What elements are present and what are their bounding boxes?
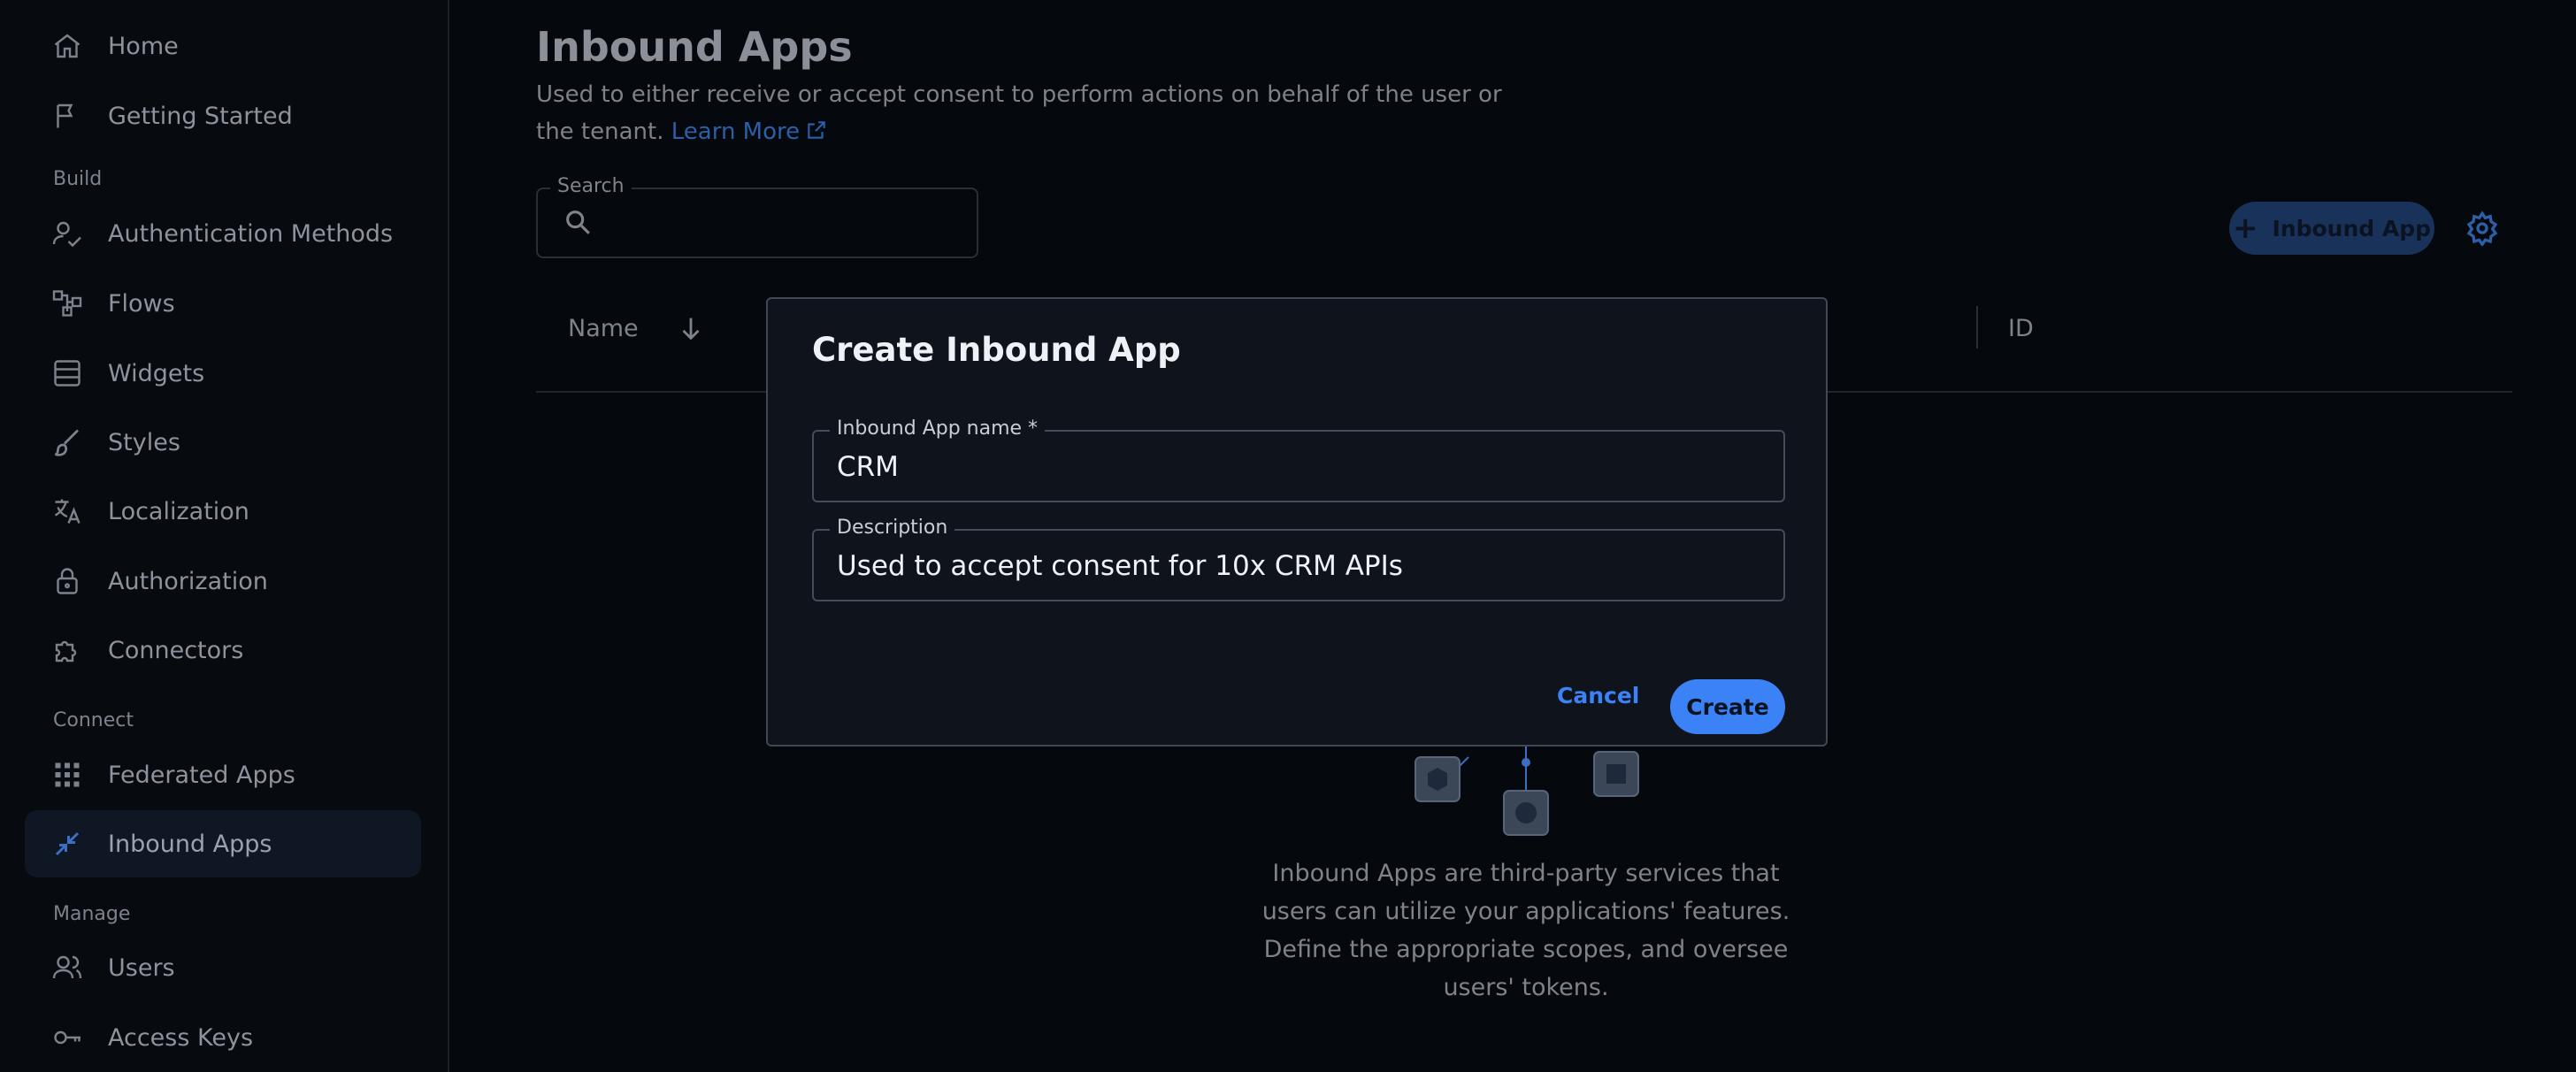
widgets-icon	[51, 356, 99, 391]
add-inbound-app-label: Inbound App	[2272, 215, 2431, 241]
sidebar-item-label: Users	[108, 953, 175, 982]
learn-more-label: Learn More	[671, 119, 801, 145]
page-description: Used to either receive or accept consent…	[536, 76, 1518, 150]
column-divider	[1976, 306, 1978, 348]
description-field[interactable]: Description Used to accept consent for 1…	[812, 517, 1785, 601]
sidebar-item-styles[interactable]: Styles	[25, 409, 421, 476]
home-icon	[51, 28, 99, 64]
inbound-app-name-label: Inbound App name *	[830, 417, 1046, 440]
sort-down-arrow-icon[interactable]	[676, 313, 706, 343]
sidebar-item-authentication-methods[interactable]: Authentication Methods	[25, 200, 421, 267]
description-label: Description	[830, 517, 955, 539]
users-icon	[51, 950, 99, 985]
section-label-connect: Connect	[53, 709, 134, 731]
user-check-icon	[51, 216, 99, 251]
create-button-label: Create	[1686, 693, 1769, 720]
learn-more-link[interactable]: Learn More	[671, 119, 828, 145]
search-icon	[566, 211, 590, 234]
key-icon	[51, 1020, 99, 1055]
sidebar-item-connectors[interactable]: Connectors	[25, 616, 421, 684]
sidebar: Home Getting Started Build Authenticatio…	[0, 0, 449, 1072]
sidebar-item-getting-started[interactable]: Getting Started	[25, 82, 421, 149]
translate-icon	[51, 494, 99, 529]
sidebar-item-home[interactable]: Home	[25, 12, 421, 80]
brush-icon	[51, 425, 99, 460]
inbound-app-name-value: CRM	[837, 451, 899, 483]
sidebar-item-label: Home	[108, 32, 179, 60]
sidebar-item-label: Localization	[108, 497, 249, 525]
dialog-title: Create Inbound App	[812, 331, 1181, 369]
search-label: Search	[550, 175, 632, 197]
page-title: Inbound Apps	[536, 23, 853, 71]
sidebar-item-users[interactable]: Users	[25, 934, 421, 1001]
column-header-id[interactable]: ID	[2008, 315, 2034, 342]
section-label-manage: Manage	[53, 903, 131, 925]
sidebar-item-label: Inbound Apps	[108, 830, 272, 858]
section-label-build: Build	[53, 168, 103, 190]
sidebar-item-label: Widgets	[108, 359, 205, 387]
sidebar-item-access-keys[interactable]: Access Keys	[25, 1004, 421, 1071]
sidebar-item-label: Authentication Methods	[108, 219, 394, 248]
empty-state-text: Inbound Apps are third-party services th…	[1261, 860, 1790, 1001]
external-link-icon	[808, 121, 825, 139]
sidebar-item-label: Styles	[108, 428, 180, 456]
lock-icon	[51, 563, 99, 599]
plus-icon: +	[2232, 211, 2258, 246]
sidebar-item-localization[interactable]: Localization	[25, 478, 421, 545]
puzzle-icon	[51, 632, 99, 668]
grid-icon	[51, 757, 99, 793]
column-header-name[interactable]: Name	[568, 315, 639, 342]
sidebar-item-label: Access Keys	[108, 1023, 254, 1052]
empty-state-illustration	[1414, 739, 1639, 836]
search-input[interactable]	[536, 188, 978, 258]
sidebar-item-inbound-apps[interactable]: Inbound Apps	[25, 810, 421, 877]
inbound-app-name-field[interactable]: Inbound App name * CRM	[812, 417, 1785, 502]
sidebar-item-label: Connectors	[108, 636, 244, 664]
sidebar-item-federated-apps[interactable]: Federated Apps	[25, 741, 421, 808]
cancel-button[interactable]: Cancel	[1557, 683, 1639, 708]
sidebar-item-label: Federated Apps	[108, 761, 295, 789]
sidebar-item-authorization[interactable]: Authorization	[25, 547, 421, 615]
inbound-arrows-icon	[51, 826, 99, 861]
flag-icon	[51, 98, 99, 134]
sidebar-item-label: Flows	[108, 289, 175, 318]
gear-icon[interactable]	[2465, 211, 2500, 246]
sidebar-item-widgets[interactable]: Widgets	[25, 340, 421, 407]
add-inbound-app-button[interactable]: + Inbound App	[2229, 202, 2434, 255]
sidebar-item-label: Authorization	[108, 567, 268, 595]
sidebar-item-flows[interactable]: Flows	[25, 270, 421, 337]
create-inbound-app-dialog: Create Inbound App Inbound App name * CR…	[766, 297, 1828, 747]
flow-icon	[51, 286, 99, 321]
create-button[interactable]: Create	[1670, 679, 1785, 734]
description-value: Used to accept consent for 10x CRM APIs	[837, 550, 1403, 582]
sidebar-item-label: Getting Started	[108, 102, 293, 130]
